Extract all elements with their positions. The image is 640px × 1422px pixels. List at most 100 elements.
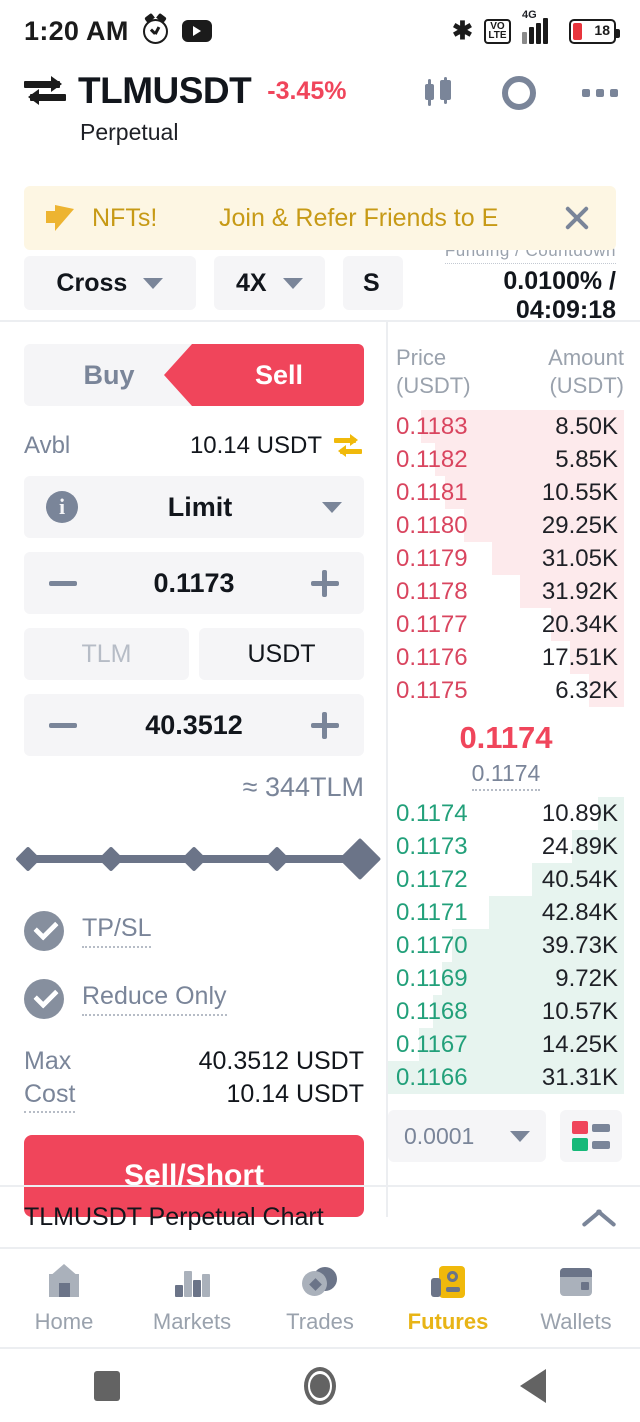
- nav-item-futures[interactable]: Futures: [384, 1251, 512, 1347]
- status-bar-left: 1:20 AM: [24, 16, 212, 47]
- nav-item-markets[interactable]: Markets: [128, 1251, 256, 1347]
- order-book-amount: 14.25K: [541, 1030, 618, 1058]
- page-title[interactable]: TLMUSDT: [78, 70, 252, 112]
- order-book-row[interactable]: 0.1180 29.25K: [388, 509, 624, 543]
- slider-tick-25[interactable]: [98, 846, 124, 872]
- margin-mode-selector[interactable]: Cross: [24, 256, 196, 310]
- bid-rows: 0.1174 10.89K 0.1173 24.89K 0.1172 40.54K 0.11…: [388, 797, 624, 1095]
- available-label: Avbl: [24, 432, 71, 459]
- price-stepper[interactable]: 0.1173: [24, 552, 364, 614]
- tpsl-row[interactable]: TP/SL: [24, 911, 364, 951]
- currency-toggle[interactable]: TLM USDT: [24, 628, 364, 680]
- order-book-price: 0.1179: [396, 544, 468, 572]
- order-book-row[interactable]: 0.1177 20.34K: [388, 608, 624, 642]
- nav-item-trades[interactable]: Trades: [256, 1251, 384, 1347]
- nav-item-home[interactable]: Home: [0, 1251, 128, 1347]
- order-book-row[interactable]: 0.1167 14.25K: [388, 1028, 624, 1062]
- order-book-row[interactable]: 0.1172 40.54K: [388, 863, 624, 897]
- chart-section-title: TLMUSDT Perpetual Chart: [24, 1202, 324, 1231]
- close-icon[interactable]: [560, 201, 594, 235]
- order-book-row[interactable]: 0.1170 39.73K: [388, 929, 624, 963]
- status-bar: 1:20 AM ✱ VO LTE 4G 18: [0, 0, 640, 62]
- amount-increment-button[interactable]: [308, 708, 342, 742]
- order-book-price: 0.1177: [396, 610, 468, 638]
- reduce-only-checkbox[interactable]: [24, 979, 64, 1019]
- header-actions: [422, 76, 618, 110]
- buy-sell-toggle[interactable]: Buy Sell: [24, 344, 364, 406]
- order-book-row[interactable]: 0.1175 6.32K: [388, 674, 624, 708]
- amount-slider[interactable]: [15, 837, 382, 881]
- amount-decrement-button[interactable]: [46, 708, 80, 742]
- order-book-price: 0.1180: [396, 511, 468, 539]
- margin-mode-label: Cross: [56, 268, 128, 297]
- slider-tick-75[interactable]: [264, 846, 290, 872]
- tpsl-checkbox[interactable]: [24, 911, 64, 951]
- currency-option-base[interactable]: TLM: [24, 628, 189, 680]
- status-time: 1:20 AM: [24, 15, 129, 46]
- more-options-icon[interactable]: [582, 76, 618, 110]
- chart-section-header[interactable]: TLMUSDT Perpetual Chart: [0, 1185, 640, 1249]
- info-icon[interactable]: i: [46, 491, 78, 523]
- promo-message: Join & Refer Friends to E: [218, 203, 499, 232]
- order-book-row[interactable]: 0.1178 31.92K: [388, 575, 624, 609]
- nav-label: Trades: [286, 1308, 354, 1334]
- megaphone-icon: [46, 205, 76, 231]
- slider-tick-50[interactable]: [181, 846, 207, 872]
- reduce-only-label: Reduce Only: [82, 982, 227, 1016]
- order-book-amount: 40.54K: [541, 865, 618, 893]
- nav-label: Futures: [407, 1308, 489, 1334]
- promo-banner[interactable]: NFTs! Join & Refer Friends to E: [24, 186, 616, 250]
- back-button[interactable]: [427, 1368, 640, 1403]
- order-book-price: 0.1166: [396, 1063, 468, 1091]
- amount-input[interactable]: 40.3512: [80, 710, 308, 741]
- tick-size-selector[interactable]: 0.0001: [388, 1110, 546, 1163]
- order-book-row[interactable]: 0.1182 5.85K: [388, 443, 624, 477]
- order-book-price: 0.1170: [396, 931, 468, 959]
- order-book-row[interactable]: 0.1179 31.05K: [388, 542, 624, 576]
- calculator-icon[interactable]: [502, 76, 536, 110]
- order-book-row[interactable]: 0.1168 10.57K: [388, 995, 624, 1029]
- slider-handle[interactable]: [338, 837, 382, 881]
- order-book-row[interactable]: 0.1169 9.72K: [388, 962, 624, 996]
- funding-info[interactable]: Funding / Countdown 0.0100% / 04:09:18: [421, 241, 616, 325]
- leverage-selector[interactable]: 4X: [213, 256, 325, 310]
- recents-button[interactable]: [0, 1370, 213, 1401]
- order-book-price: 0.1173: [396, 832, 468, 860]
- tab-buy[interactable]: Buy: [24, 344, 194, 406]
- reduce-only-row[interactable]: Reduce Only: [24, 979, 364, 1019]
- order-type-selector[interactable]: i Limit: [24, 476, 364, 538]
- chevron-down-icon: [510, 1130, 530, 1142]
- transfer-icon[interactable]: [334, 433, 364, 459]
- order-book-row[interactable]: 0.1173 24.89K: [388, 830, 624, 864]
- order-book-row[interactable]: 0.1171 42.84K: [388, 896, 624, 930]
- order-book-price: 0.1183: [396, 412, 468, 440]
- order-book-amount: 5.85K: [555, 445, 618, 473]
- mid-price-block: 0.1174 0.1174: [388, 707, 624, 797]
- order-book-row[interactable]: 0.1174 10.89K: [388, 797, 624, 831]
- slider-tick-0[interactable]: [15, 846, 41, 872]
- order-book-row[interactable]: 0.1176 17.51K: [388, 641, 624, 675]
- tab-sell[interactable]: Sell: [194, 344, 364, 406]
- contract-type-label: Perpetual: [80, 119, 179, 145]
- home-icon: [44, 1263, 84, 1300]
- swap-arrows-icon[interactable]: [24, 74, 66, 108]
- max-value: 40.3512 USDT: [198, 1047, 364, 1075]
- ask-rows: 0.1183 8.50K 0.1182 5.85K 0.1181 10.55K 0.1180…: [388, 410, 624, 708]
- nav-label: Markets: [152, 1308, 232, 1334]
- home-button[interactable]: [213, 1366, 426, 1405]
- price-increment-button[interactable]: [308, 566, 342, 600]
- currency-option-quote[interactable]: USDT: [199, 628, 364, 680]
- order-book-row[interactable]: 0.1181 10.55K: [388, 476, 624, 510]
- approx-amount-label: ≈ 344TLM: [242, 772, 364, 802]
- mark-price[interactable]: 0.1174: [471, 760, 541, 792]
- orderbook-layout-button[interactable]: [560, 1110, 622, 1163]
- candlestick-chart-icon[interactable]: [422, 76, 456, 110]
- extra-chip[interactable]: S: [342, 256, 403, 310]
- amount-stepper[interactable]: 40.3512: [24, 694, 364, 756]
- order-book-row[interactable]: 0.1166 31.31K: [388, 1061, 624, 1095]
- price-decrement-button[interactable]: [46, 566, 80, 600]
- nav-item-wallets[interactable]: Wallets: [512, 1251, 640, 1347]
- order-book-row[interactable]: 0.1183 8.50K: [388, 410, 624, 444]
- price-input[interactable]: 0.1173: [80, 568, 308, 599]
- chevron-up-icon[interactable]: [582, 1200, 616, 1234]
